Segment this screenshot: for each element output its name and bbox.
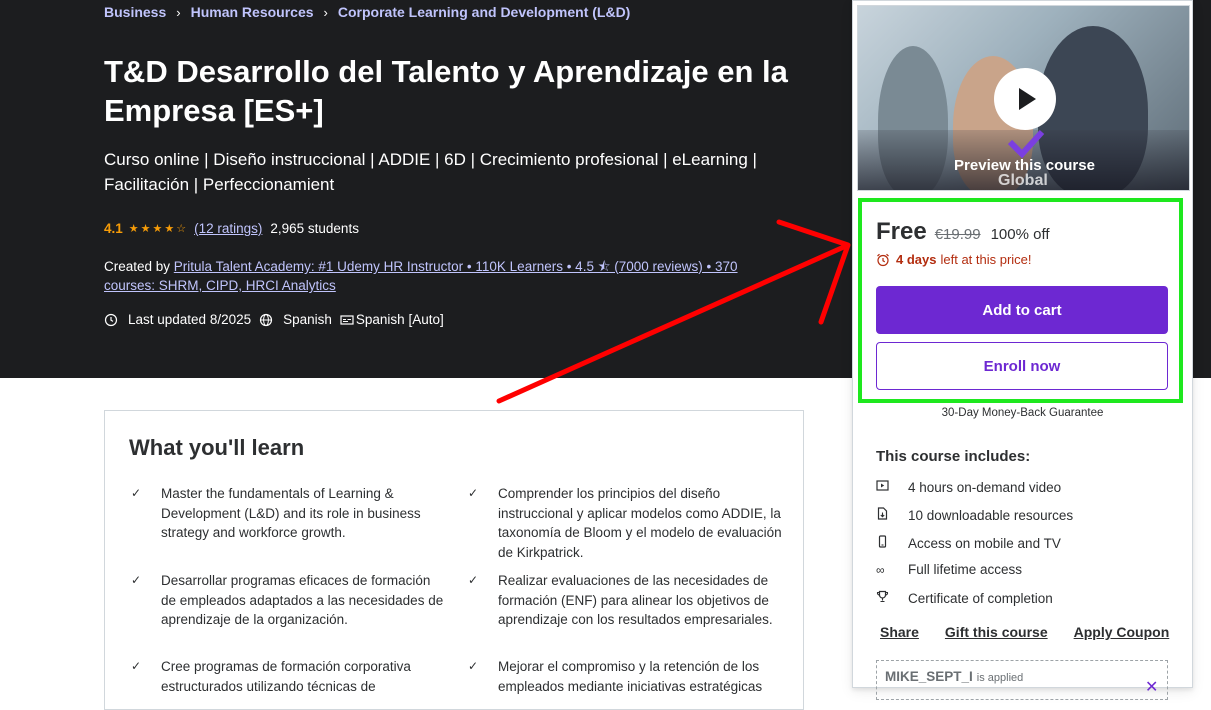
- what-you-learn-box: What you'll learn ✓ Master the fundamenta…: [104, 410, 804, 710]
- globe-icon: [260, 313, 273, 326]
- play-button[interactable]: [994, 68, 1056, 130]
- learn-item: ✓ Desarrollar programas eficaces de forma…: [129, 571, 449, 630]
- breadcrumb-ld[interactable]: Corporate Learning and Development (L&D): [338, 4, 630, 20]
- instructor-link[interactable]: Pritula Talent Academy: #1 Udemy HR Inst…: [104, 259, 738, 293]
- timer-rest: left at this price!: [940, 252, 1032, 267]
- student-count: 2,965 students: [270, 221, 359, 236]
- infinity-icon: ∞: [876, 562, 885, 577]
- trophy-icon: [876, 590, 908, 606]
- course-meta: Last updated 8/2025 Spanish Spanish [Aut…: [104, 312, 444, 327]
- captions-icon: [340, 314, 354, 325]
- play-icon: [1019, 88, 1036, 110]
- share-link[interactable]: Share: [880, 624, 919, 640]
- original-price: €19.99: [934, 226, 981, 243]
- mobile-icon: [876, 535, 908, 551]
- course-preview[interactable]: Global Preview this course: [857, 5, 1190, 191]
- learn-item: ✓ Cree programas de formación corporativa…: [129, 657, 441, 696]
- file-download-icon: [876, 507, 908, 523]
- coupon-code: MIKE_SEPT_I is applied: [885, 669, 1024, 684]
- breadcrumb-business[interactable]: Business: [104, 4, 166, 20]
- coupon-status: is applied: [976, 672, 1024, 684]
- preview-logo-text: Global: [998, 172, 1048, 189]
- check-icon: ✓: [131, 659, 142, 673]
- rating-row: 4.1 ★★★★☆ (12 ratings) 2,965 students: [104, 221, 359, 236]
- learn-item: ✓ Mejorar el compromiso y la retención de…: [466, 657, 778, 696]
- video-icon: [876, 479, 908, 495]
- chevron-right-icon: ›: [176, 4, 181, 20]
- timer-days: 4 days: [896, 252, 937, 267]
- money-back-guarantee: 30-Day Money-Back Guarantee: [941, 407, 1104, 419]
- alarm-clock-icon: [877, 253, 889, 266]
- price-row: Free €19.99 100% off: [876, 218, 1050, 246]
- alert-clock-icon: [104, 313, 118, 326]
- created-by: Created by Pritula Talent Academy: #1 Ud…: [104, 257, 784, 295]
- breadcrumb: Business › Human Resources › Corporate L…: [104, 4, 630, 20]
- learn-item: ✓ Comprender los principios del diseño in…: [466, 484, 786, 562]
- rating-value: 4.1: [104, 221, 123, 236]
- ratings-link[interactable]: (12 ratings): [194, 221, 262, 236]
- apply-coupon-link[interactable]: Apply Coupon: [1074, 624, 1170, 640]
- last-updated: Last updated 8/2025: [128, 312, 252, 327]
- learn-item: ✓ Master the fundamentals of Learning & D…: [129, 484, 441, 543]
- check-icon: ✓: [131, 573, 142, 587]
- created-by-label: Created by: [104, 259, 174, 274]
- include-item: 10 downloadable resources: [876, 507, 1073, 523]
- enroll-now-button[interactable]: Enroll now: [876, 342, 1168, 390]
- applied-coupon: MIKE_SEPT_I is applied ✕: [876, 660, 1168, 700]
- course-captions: Spanish [Auto]: [355, 312, 444, 327]
- remove-coupon-icon[interactable]: ✕: [1145, 677, 1158, 697]
- include-item: 4 hours on-demand video: [876, 479, 1061, 495]
- gift-course-link[interactable]: Gift this course: [945, 624, 1048, 640]
- course-title: T&D Desarrollo del Talento y Aprendizaje…: [104, 54, 788, 128]
- course-subtitle: Curso online | Diseño instruccional | AD…: [104, 150, 757, 194]
- add-to-cart-button[interactable]: Add to cart: [876, 286, 1168, 334]
- what-you-learn-title: What you'll learn: [129, 435, 305, 460]
- current-price: Free: [876, 218, 927, 245]
- includes-title: This course includes:: [876, 448, 1031, 465]
- check-icon: ✓: [468, 573, 479, 587]
- course-language: Spanish: [283, 312, 332, 327]
- chevron-right-icon: ›: [323, 4, 328, 20]
- include-item: ∞ Full lifetime access: [876, 562, 1023, 577]
- preview-label: Preview this course: [954, 157, 1095, 174]
- include-item: Access on mobile and TV: [876, 535, 1061, 551]
- breadcrumb-human-resources[interactable]: Human Resources: [191, 4, 314, 20]
- logo-check-icon: [1007, 129, 1045, 158]
- learn-item: ✓ Realizar evaluaciones de las necesidade…: [466, 571, 786, 630]
- discount-percent: 100% off: [990, 226, 1050, 243]
- check-icon: ✓: [131, 486, 142, 500]
- course-actions: Share Gift this course Apply Coupon: [880, 624, 1169, 640]
- price-timer: 4 days left at this price!: [876, 252, 1032, 267]
- include-item: Certificate of completion: [876, 590, 1053, 606]
- star-rating-icon: ★★★★☆: [128, 223, 189, 235]
- check-icon: ✓: [468, 659, 479, 673]
- check-icon: ✓: [468, 486, 479, 500]
